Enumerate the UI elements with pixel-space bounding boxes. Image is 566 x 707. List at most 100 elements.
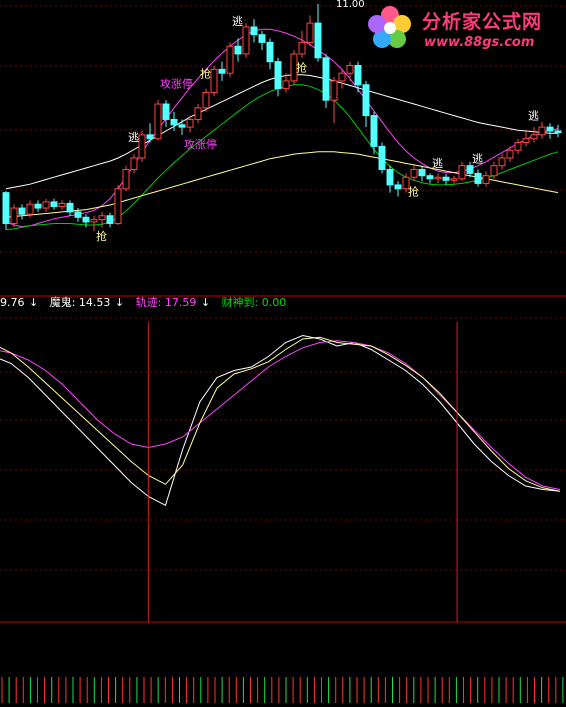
candle-body <box>226 45 234 74</box>
candle-body <box>18 207 26 215</box>
candle-body <box>250 26 258 36</box>
candle-body <box>58 202 66 208</box>
candle-body <box>282 80 290 90</box>
indicator-legend: 9.76 ↓ 魔鬼: 14.53 ↓ 轨迹: 17.59 ↓ 财神到: 0.00 <box>0 296 287 310</box>
ma-line-0 <box>5 28 559 228</box>
candle-body <box>178 124 186 128</box>
candle-body <box>98 215 106 221</box>
signal-label-6: 抢 <box>96 229 107 243</box>
candle-body <box>154 103 162 140</box>
candle-body <box>338 72 346 82</box>
candle-body <box>114 188 122 224</box>
signal-label-10: 逃 <box>528 109 539 122</box>
flower-logo-icon <box>368 6 411 48</box>
candle-body <box>2 192 10 224</box>
candle-body <box>418 169 426 177</box>
signal-label-1: 攻涨停 <box>160 77 193 91</box>
candle-body <box>306 22 314 43</box>
candle-body <box>162 103 170 120</box>
candle-body <box>458 165 466 180</box>
legend-caishendao: 财神到: 0.00 <box>221 296 287 309</box>
candle-body <box>354 65 362 86</box>
candle-body <box>466 165 474 174</box>
legend-mogui: 魔鬼: 14.53 <box>49 296 111 309</box>
logo-name: 分析家公式网 <box>422 11 543 33</box>
candle-body <box>146 134 154 140</box>
candle-body <box>514 142 522 151</box>
bottom-volume-bars <box>1 677 564 703</box>
candle-body <box>266 41 274 63</box>
candle-body <box>450 178 458 181</box>
candle-body <box>50 201 58 208</box>
signal-label-8: 抢 <box>408 184 419 198</box>
candle-body <box>434 176 442 180</box>
signal-label-5: 攻涨停 <box>184 137 217 151</box>
legend-arrow-2: ↓ <box>114 296 125 309</box>
candle-body <box>554 130 562 134</box>
chart-canvas: 11.00 逃攻涨停抢逃攻涨停攻涨停抢抢抢逃逃逃 <box>0 0 566 703</box>
candle-body <box>530 134 538 140</box>
candle-body <box>378 145 386 171</box>
legend-arrow-3: ↓ <box>200 296 211 309</box>
grid-lines: 11.00 <box>0 0 566 623</box>
legend-guiji: 轨迹: 17.59 <box>135 296 197 309</box>
indicator-line-1 <box>0 340 561 490</box>
candle-body <box>474 172 482 184</box>
candle-body <box>186 118 194 128</box>
candle-body <box>258 34 266 43</box>
candle-body <box>506 149 514 159</box>
candle-body <box>90 219 98 223</box>
stock-chart: 11.00 逃攻涨停抢逃攻涨停攻涨停抢抢抢逃逃逃 分析家公式网 www.88gs… <box>0 0 566 703</box>
logo-url: www.88gs.com <box>424 35 535 50</box>
candle-body <box>106 215 114 224</box>
candle-body <box>242 26 250 55</box>
candle-body <box>218 68 226 74</box>
candle-body <box>122 169 130 190</box>
indicator-panel <box>0 322 561 622</box>
moving-average-lines <box>5 28 559 231</box>
candle-body <box>330 80 338 101</box>
ma-line-1 <box>5 74 558 190</box>
candle-body <box>546 126 554 132</box>
candle-body <box>66 202 74 213</box>
candle-body <box>522 138 530 144</box>
candle-body <box>138 134 146 159</box>
signal-label-9: 逃 <box>472 153 483 166</box>
candle-body <box>274 61 282 90</box>
candle-body <box>322 57 330 101</box>
candle-body <box>482 175 490 184</box>
signal-label-2: 抢 <box>200 66 211 80</box>
top-price-label: 11.00 <box>336 0 365 10</box>
candle-body <box>298 41 306 55</box>
candle-body <box>26 203 34 215</box>
candle-body <box>394 184 402 190</box>
candle-body <box>210 68 218 93</box>
candle-body <box>194 107 202 120</box>
candle-body <box>74 211 82 218</box>
signal-label-7: 抢 <box>296 60 307 74</box>
candle-body <box>202 91 210 109</box>
candle-body <box>130 157 138 171</box>
candle-body <box>498 157 506 167</box>
candle-body <box>362 84 370 117</box>
candle-body <box>34 203 42 209</box>
candle-body <box>42 201 50 209</box>
site-logo: 分析家公式网 www.88gs.com <box>364 4 560 54</box>
legend-value-partial: 9.76 <box>0 296 25 309</box>
candle-body <box>314 22 322 59</box>
candle-body <box>10 207 18 224</box>
signal-label-0: 逃 <box>128 131 139 144</box>
candle-body <box>410 169 418 178</box>
candle-body <box>386 169 394 186</box>
candle-body <box>442 176 450 181</box>
signal-label-3: 逃 <box>232 15 243 28</box>
legend-arrow-1: ↓ <box>29 296 39 309</box>
candle-body <box>426 175 434 180</box>
candle-body <box>346 65 354 74</box>
candle-body <box>234 45 242 55</box>
candle-body <box>370 115 378 147</box>
signal-label-11: 逃 <box>432 157 443 170</box>
candle-body <box>170 118 178 126</box>
candle-body <box>538 126 546 136</box>
candle-body <box>82 216 90 223</box>
